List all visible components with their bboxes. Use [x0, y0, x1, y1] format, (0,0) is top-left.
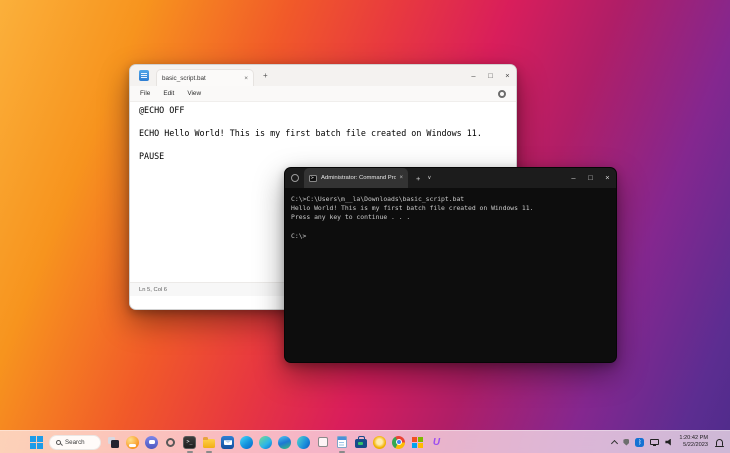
terminal-tab[interactable]: > Administrator: Command Pro × — [304, 168, 408, 188]
terminal-line: Press any key to continue . . . — [291, 213, 610, 222]
toolbox-icon — [355, 439, 367, 448]
terminal-line: Hello World! This is my first batch file… — [291, 204, 610, 213]
terminal-tab-title: Administrator: Command Pro — [321, 175, 396, 181]
notification-bell-icon[interactable] — [716, 439, 723, 446]
edge-browser-icon — [240, 436, 253, 449]
folder-icon — [203, 439, 215, 448]
edge-variant-icon — [297, 436, 310, 449]
editor-line: PAUSE — [139, 151, 507, 162]
cursor-position: Ln 5, Col 6 — [139, 287, 167, 293]
chrome-icon — [392, 436, 405, 449]
chat-icon — [145, 436, 158, 449]
maximize-button[interactable]: □ — [482, 66, 499, 86]
bluetooth-icon[interactable]: ᛒ — [635, 438, 644, 447]
edge-button[interactable] — [240, 436, 253, 449]
hidden-icons-chevron-icon[interactable] — [611, 439, 618, 446]
snipping-tool-button[interactable] — [316, 436, 329, 449]
terminal-titlebar[interactable]: > Administrator: Command Pro × + ∨ – □ × — [285, 168, 616, 188]
terminal-output[interactable]: C:\>C:\Users\m__la\Downloads\basic_scrip… — [285, 188, 616, 248]
tab-dropdown-icon[interactable]: ∨ — [427, 175, 431, 181]
settings-button[interactable] — [164, 436, 177, 449]
minimize-button[interactable]: – — [565, 168, 582, 188]
microsoft-365-button[interactable] — [411, 436, 424, 449]
widgets-button[interactable] — [126, 436, 139, 449]
start-button[interactable] — [30, 436, 43, 449]
terminal-window: > Administrator: Command Pro × + ∨ – □ ×… — [284, 167, 617, 363]
notepad-tab-title: basic_script.bat — [162, 75, 240, 82]
notepad-tab[interactable]: basic_script.bat × — [156, 69, 254, 86]
purple-u-app-button[interactable]: U — [430, 436, 443, 449]
editor-line — [139, 139, 507, 150]
taskbar-apps: Search >_ U — [0, 431, 443, 453]
menu-edit[interactable]: Edit — [163, 90, 174, 97]
windows-logo-icon — [30, 436, 43, 449]
chat-button[interactable] — [145, 436, 158, 449]
task-view-icon — [108, 437, 119, 448]
widgets-weather-icon — [126, 436, 139, 449]
notepad-window-controls: – □ × — [465, 66, 516, 86]
edge-variant-3-button[interactable] — [297, 436, 310, 449]
edge-variant-1-button[interactable] — [259, 436, 272, 449]
search-icon — [56, 440, 61, 445]
terminal-line — [291, 223, 610, 232]
admin-badge-icon — [291, 174, 299, 182]
cmd-icon: > — [309, 175, 317, 182]
editor-line — [139, 116, 507, 127]
terminal-icon: >_ — [183, 436, 196, 449]
search-label: Search — [65, 439, 85, 446]
notepad-menubar: File Edit View — [130, 86, 516, 102]
new-tab-button[interactable]: + — [416, 174, 420, 183]
notepad-icon — [337, 436, 347, 448]
terminal-taskbar-button[interactable]: >_ — [183, 436, 196, 449]
notepad-app-icon — [139, 70, 149, 81]
edge-variant-icon — [278, 436, 291, 449]
tab-close-icon[interactable]: × — [396, 175, 403, 181]
terminal-line: C:\>C:\Users\m__la\Downloads\basic_scrip… — [291, 195, 610, 204]
terminal-line: C:\> — [291, 232, 610, 241]
taskbar: Search >_ U ᛒ — [0, 430, 730, 453]
task-view-button[interactable] — [107, 436, 120, 449]
gold-app-button[interactable] — [373, 436, 386, 449]
new-tab-button[interactable]: + — [263, 71, 268, 80]
tray-time: 1:20:42 PM — [679, 435, 708, 442]
volume-icon[interactable] — [665, 439, 673, 446]
gear-icon — [166, 438, 175, 447]
tab-close-icon[interactable]: × — [240, 75, 248, 82]
terminal-window-controls: – □ × — [565, 168, 616, 188]
security-shield-icon[interactable] — [623, 439, 629, 446]
outlook-button[interactable] — [221, 436, 234, 449]
gold-circle-icon — [373, 436, 386, 449]
snipping-tool-icon — [318, 437, 328, 447]
edge-variant-icon — [259, 436, 272, 449]
editor-line: @ECHO OFF — [139, 105, 507, 116]
toolbox-app-button[interactable] — [354, 436, 367, 449]
minimize-button[interactable]: – — [465, 66, 482, 86]
tray-date: 5/22/2023 — [679, 442, 708, 449]
settings-gear-icon[interactable] — [498, 90, 506, 98]
purple-u-icon: U — [433, 436, 440, 449]
menu-view[interactable]: View — [187, 90, 201, 97]
menu-file[interactable]: File — [140, 90, 150, 97]
close-button[interactable]: × — [499, 66, 516, 86]
taskbar-clock[interactable]: 1:20:42 PM 5/22/2023 — [679, 435, 708, 449]
edge-variant-2-button[interactable] — [278, 436, 291, 449]
editor-line: ECHO Hello World! This is my first batch… — [139, 128, 507, 139]
notepad-taskbar-button[interactable] — [335, 436, 348, 449]
close-button[interactable]: × — [599, 168, 616, 188]
mail-envelope-icon — [221, 436, 234, 449]
system-tray: ᛒ 1:20:42 PM 5/22/2023 — [612, 431, 730, 453]
desktop: basic_script.bat × + – □ × File Edit Vie… — [0, 0, 730, 453]
search-input[interactable]: Search — [49, 435, 101, 450]
notepad-titlebar[interactable]: basic_script.bat × + – □ × — [130, 65, 516, 86]
microsoft-squares-icon — [412, 437, 423, 448]
file-explorer-button[interactable] — [202, 436, 215, 449]
display-icon[interactable] — [650, 439, 659, 445]
maximize-button[interactable]: □ — [582, 168, 599, 188]
chrome-button[interactable] — [392, 436, 405, 449]
